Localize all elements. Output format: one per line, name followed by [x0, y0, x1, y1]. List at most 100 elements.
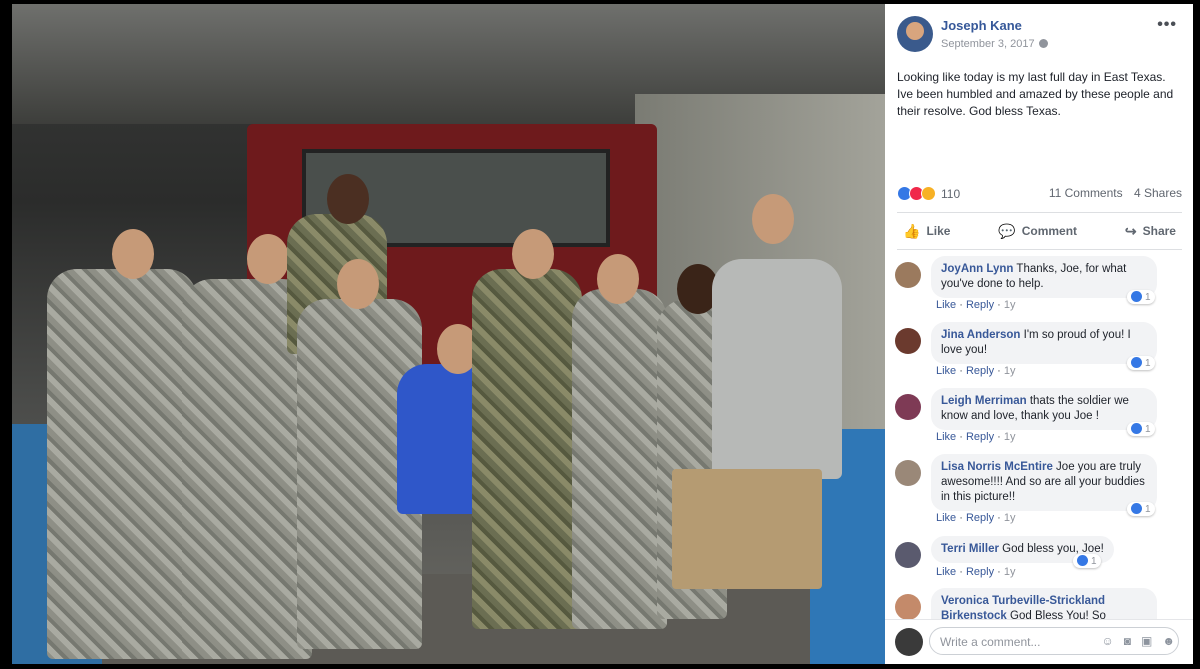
comment-meta: Like · Reply · 1y: [936, 365, 1016, 377]
comment-item: JoyAnn Lynn Thanks, Joe, for what you've…: [895, 256, 1185, 316]
like-button-label: Like: [926, 224, 951, 238]
photo-shorts: [672, 469, 822, 589]
post-photo[interactable]: [12, 4, 885, 664]
post-header: Joseph Kane September 3, 2017 •••: [897, 16, 1187, 56]
wow-reaction-icon: [921, 186, 936, 201]
post-panel: Joseph Kane September 3, 2017 ••• Lookin…: [885, 4, 1193, 664]
comment-like-number: 1: [1145, 292, 1151, 303]
viewer-avatar: [895, 628, 923, 656]
post-date-text[interactable]: September 3, 2017: [941, 38, 1035, 50]
comments-count[interactable]: 11 Comments: [1049, 186, 1123, 200]
comment-reply-link[interactable]: Reply: [966, 431, 994, 443]
comment-like-number: 1: [1091, 556, 1097, 567]
comment-like-count[interactable]: 1: [1073, 554, 1101, 568]
photo-head: [327, 174, 369, 224]
comment-like-link[interactable]: Like: [936, 512, 956, 524]
share-icon: ↪: [1124, 222, 1137, 239]
commenter-avatar[interactable]: [895, 594, 921, 620]
like-badge-icon: [1131, 423, 1142, 434]
comment-bubble: Jina Anderson I'm so proud of you! I lov…: [931, 322, 1157, 364]
comment-reply-link[interactable]: Reply: [966, 512, 994, 524]
comment-like-count[interactable]: 1: [1127, 502, 1155, 516]
comment-item: Terri Miller God bless you, Joe! 1 Like …: [895, 536, 1185, 582]
photo-head: [112, 229, 154, 279]
like-badge-icon: [1131, 291, 1142, 302]
comment-icon: 💬: [998, 222, 1016, 239]
comment-item: Leigh Merriman thats the soldier we know…: [895, 388, 1185, 448]
commenter-avatar[interactable]: [895, 460, 921, 486]
more-options-icon[interactable]: •••: [1157, 16, 1177, 34]
comment-time[interactable]: 1y: [1004, 365, 1016, 377]
thumbs-up-icon: 👍: [903, 222, 921, 239]
comment-reply-link[interactable]: Reply: [966, 365, 994, 377]
reactions-count[interactable]: 110: [941, 187, 960, 201]
commenter-avatar[interactable]: [895, 542, 921, 568]
like-badge-icon: [1131, 357, 1142, 368]
comment-bubble: Lisa Norris McEntire Joe you are truly a…: [931, 454, 1157, 511]
comment-input-placeholder: Write a comment...: [940, 635, 1041, 649]
comment-time[interactable]: 1y: [1004, 512, 1016, 524]
commenter-name[interactable]: Lisa Norris McEntire: [941, 461, 1053, 473]
author-avatar[interactable]: [897, 16, 933, 52]
comment-meta: Like · Reply · 1y: [936, 431, 1016, 443]
post-actions: 👍 Like 💬 Comment ↪ Share: [897, 212, 1182, 250]
comment-like-link[interactable]: Like: [936, 431, 956, 443]
shares-count[interactable]: 4 Shares: [1134, 186, 1182, 200]
photo-head: [337, 259, 379, 309]
like-button[interactable]: 👍 Like: [897, 223, 956, 240]
share-button-label: Share: [1142, 224, 1176, 238]
sticker-icon[interactable]: ☻: [1162, 634, 1185, 648]
comment-button-label: Comment: [1021, 224, 1078, 238]
photo-person: [572, 289, 667, 629]
comment-like-number: 1: [1145, 358, 1151, 369]
like-badge-icon: [1077, 555, 1088, 566]
comment-time[interactable]: 1y: [1004, 431, 1016, 443]
comment-like-count[interactable]: 1: [1127, 356, 1155, 370]
commenter-name[interactable]: JoyAnn Lynn: [941, 263, 1013, 275]
photo-person: [472, 269, 582, 629]
comment-reply-link[interactable]: Reply: [966, 566, 994, 578]
commenter-name[interactable]: Leigh Merriman: [941, 395, 1027, 407]
camera-icon[interactable]: ◙: [1124, 634, 1141, 648]
reactions-summary[interactable]: 110: [897, 186, 960, 201]
engagement-counts: 11 Comments 4 Shares: [1041, 186, 1182, 200]
comment-time[interactable]: 1y: [1004, 566, 1016, 578]
comment-bubble: JoyAnn Lynn Thanks, Joe, for what you've…: [931, 256, 1157, 298]
comment-meta: Like · Reply · 1y: [936, 566, 1016, 578]
comment-time[interactable]: 1y: [1004, 299, 1016, 311]
commenter-name[interactable]: Terri Miller: [941, 543, 999, 555]
post-stats: 110 11 Comments 4 Shares: [897, 186, 1182, 204]
comment-like-number: 1: [1145, 424, 1151, 435]
like-badge-icon: [1131, 503, 1142, 514]
commenter-avatar[interactable]: [895, 262, 921, 288]
viewer-frame: Joseph Kane September 3, 2017 ••• Lookin…: [0, 0, 1200, 669]
emoji-icon[interactable]: ☺: [1102, 634, 1124, 648]
gif-icon[interactable]: ▣: [1141, 634, 1162, 648]
comment-like-link[interactable]: Like: [936, 365, 956, 377]
commenter-name[interactable]: Jina Anderson: [941, 329, 1020, 341]
comment-like-number: 1: [1145, 504, 1151, 515]
commenter-avatar[interactable]: [895, 328, 921, 354]
photo-head: [597, 254, 639, 304]
commenter-avatar[interactable]: [895, 394, 921, 420]
globe-icon: [1038, 39, 1048, 48]
photo-person: [712, 259, 842, 479]
photo-person: [47, 269, 197, 659]
post-text: Looking like today is my last full day i…: [897, 70, 1174, 118]
comment-composer: Write a comment... ☺◙▣☻: [885, 619, 1193, 664]
comment-button[interactable]: 💬 Comment: [992, 223, 1083, 240]
post-date[interactable]: September 3, 2017: [941, 38, 1048, 50]
comment-reply-link[interactable]: Reply: [966, 299, 994, 311]
comment-like-count[interactable]: 1: [1127, 290, 1155, 304]
photo-head: [512, 229, 554, 279]
share-button[interactable]: ↪ Share: [1119, 223, 1182, 240]
comment-like-count[interactable]: 1: [1127, 422, 1155, 436]
comment-like-link[interactable]: Like: [936, 566, 956, 578]
composer-icons: ☺◙▣☻: [1102, 634, 1186, 648]
author-name[interactable]: Joseph Kane: [941, 18, 1022, 33]
photo-head: [247, 234, 289, 284]
comment-bubble: Leigh Merriman thats the soldier we know…: [931, 388, 1157, 430]
comment-item: Lisa Norris McEntire Joe you are truly a…: [895, 454, 1185, 530]
comment-meta: Like · Reply · 1y: [936, 299, 1016, 311]
comment-like-link[interactable]: Like: [936, 299, 956, 311]
